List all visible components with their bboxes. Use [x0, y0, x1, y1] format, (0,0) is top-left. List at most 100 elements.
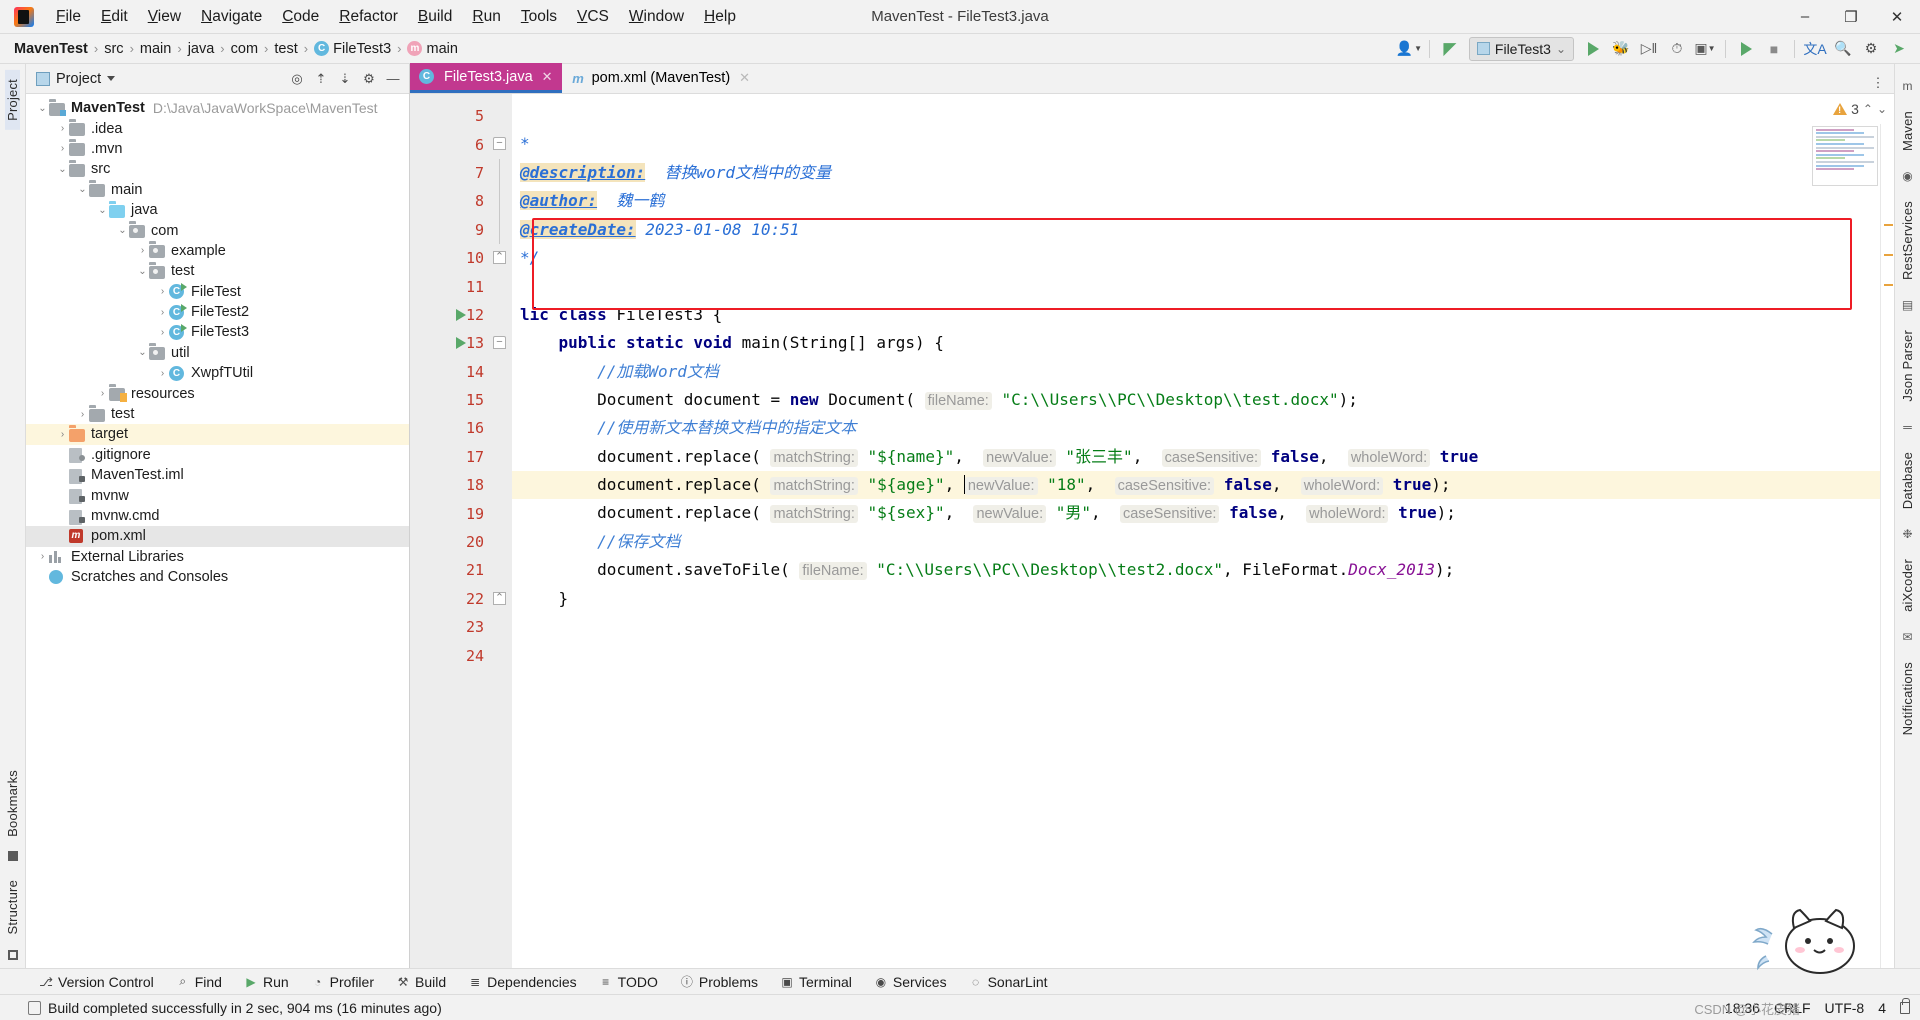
breadcrumb-item-com[interactable]: com [231, 41, 258, 57]
more-run-icon[interactable]: ▣ ▼ [1692, 37, 1718, 61]
file-encoding[interactable]: UTF-8 [1825, 1000, 1865, 1016]
menu-item-refactor[interactable]: Refactor [329, 5, 408, 29]
code-line[interactable]: document.replace( matchString: "${name}"… [512, 443, 1880, 471]
project-panel-title[interactable]: Project [36, 71, 116, 87]
tree-expand-arrow[interactable]: › [56, 429, 69, 440]
tree-item-test[interactable]: › test [26, 404, 409, 424]
code-line[interactable]: @description: 替换word文档中的变量 [512, 159, 1880, 187]
bottom-tool-todo[interactable]: ≡ TODO [588, 972, 669, 992]
fold-marker-slot[interactable]: − [490, 329, 512, 357]
tool-button-database[interactable]: Database [1900, 443, 1915, 518]
fold-marker-slot[interactable]: ⌃ [490, 244, 512, 272]
code-line[interactable]: @createDate: 2023-01-08 10:51 [512, 216, 1880, 244]
tree-item-target[interactable]: › target [26, 424, 409, 445]
tree-expand-arrow[interactable]: › [156, 368, 169, 379]
line-number[interactable]: 24 [410, 641, 490, 669]
code-line[interactable]: document.replace( matchString: "${sex}",… [512, 499, 1880, 527]
tree-item-xwpftutil[interactable]: › C XwpfTUtil [26, 363, 409, 383]
fold-marker-slot[interactable] [490, 187, 512, 216]
editor-tab-pom[interactable]: m pom.xml (MavenTest) ✕ [562, 63, 760, 93]
tree-expand-arrow[interactable]: ⌄ [136, 347, 149, 358]
menu-item-vcs[interactable]: VCS [567, 5, 619, 29]
code-line[interactable] [512, 272, 1880, 300]
run-gutter-icon[interactable] [456, 308, 466, 321]
lock-icon[interactable] [1900, 997, 1910, 1014]
editor-tab-filetest3[interactable]: C FileTest3.java ✕ [410, 63, 562, 93]
menu-item-edit[interactable]: Edit [91, 5, 138, 29]
close-icon[interactable]: ✕ [739, 70, 750, 86]
breadcrumb-item-filetest3[interactable]: C FileTest3 [314, 41, 391, 57]
fold-marker-slot[interactable] [490, 528, 512, 556]
minimize-icon[interactable]: — [383, 69, 403, 89]
line-number[interactable]: 12 [410, 301, 490, 329]
breadcrumb-item-main[interactable]: m main [407, 41, 458, 57]
fold-marker-slot[interactable] [490, 158, 512, 188]
run-icon[interactable] [1580, 37, 1606, 61]
line-number[interactable]: 17 [410, 443, 490, 471]
tree-item-maventest-iml[interactable]: ›MavenTest.iml [26, 465, 409, 485]
fold-end-icon[interactable]: ⌃ [493, 250, 506, 264]
line-number[interactable]: 19 [410, 499, 490, 527]
close-icon[interactable]: ✕ [542, 69, 553, 85]
fold-marker-slot[interactable] [490, 215, 512, 244]
tree-item--mvn[interactable]: › .mvn [26, 139, 409, 159]
gear-icon[interactable]: ⚙ [1858, 37, 1884, 61]
run-gutter-icon[interactable] [456, 337, 466, 350]
user-icon[interactable]: 👤 ▼ [1396, 37, 1422, 61]
tree-item-test[interactable]: ⌄ test [26, 261, 409, 281]
tree-item-maventest[interactable]: ⌄ MavenTest D:\Java\JavaWorkSpace\MavenTes… [26, 98, 409, 118]
code-line[interactable] [512, 102, 1880, 130]
fold-marker-slot[interactable] [490, 386, 512, 414]
fold-collapse-icon[interactable]: − [493, 137, 506, 151]
tree-expand-arrow[interactable]: › [136, 245, 149, 256]
tree-item-util[interactable]: ⌄ util [26, 343, 409, 363]
fold-marker-slot[interactable]: − [490, 130, 512, 158]
tree-item-resources[interactable]: › resources [26, 383, 409, 403]
code-line[interactable] [512, 641, 1880, 669]
fold-marker-slot[interactable] [490, 358, 512, 386]
fold-marker-slot[interactable] [490, 556, 512, 584]
breadcrumb-item-test[interactable]: test [274, 41, 297, 57]
tree-expand-arrow[interactable]: › [76, 409, 89, 420]
tree-item-pom-xml[interactable]: ›mpom.xml [26, 526, 409, 547]
code-line[interactable]: */ [512, 244, 1880, 272]
line-number[interactable]: 15 [410, 386, 490, 414]
tree-item--gitignore[interactable]: ›.gitignore [26, 445, 409, 465]
code-line[interactable]: document.saveToFile( fileName: "C:\\User… [512, 556, 1880, 584]
tree-item-filetest2[interactable]: › C FileTest2 [26, 302, 409, 322]
tree-item-filetest[interactable]: › C FileTest [26, 282, 409, 302]
tree-expand-arrow[interactable]: › [56, 143, 69, 154]
tree-item-mvnw-cmd[interactable]: ›mvnw.cmd [26, 506, 409, 526]
gear-icon[interactable]: ⚙ [359, 69, 379, 89]
bottom-tool-terminal[interactable]: ▣ Terminal [769, 972, 863, 992]
line-number[interactable]: 22 [410, 585, 490, 613]
tool-button-restservices[interactable]: RestServices [1900, 192, 1915, 289]
menu-item-build[interactable]: Build [408, 5, 462, 29]
bottom-tool-build[interactable]: ⚒ Build [385, 972, 457, 992]
bottom-tool-run[interactable]: ▶ Run [233, 972, 300, 992]
editor-preview-minimap[interactable] [1812, 126, 1878, 186]
profile-icon[interactable]: ⏱ [1664, 37, 1690, 61]
bottom-tool-dependencies[interactable]: ≣ Dependencies [457, 972, 588, 992]
tool-button-project[interactable]: Project [5, 70, 20, 130]
inspection-scroll-strip[interactable] [1880, 94, 1894, 968]
line-number[interactable]: 18 [410, 471, 490, 499]
code-folding-gutter[interactable]: − ⌃ − ⌃ [490, 94, 512, 968]
tree-item-filetest3[interactable]: › C FileTest3 [26, 322, 409, 342]
tree-expand-arrow[interactable]: › [156, 307, 169, 318]
line-number[interactable]: 23 [410, 613, 490, 641]
tree-item--idea[interactable]: › .idea [26, 118, 409, 138]
line-number[interactable]: 11 [410, 272, 490, 300]
tree-expand-arrow[interactable]: ⌄ [76, 184, 89, 195]
fold-marker-slot[interactable] [490, 301, 512, 329]
line-number[interactable]: 13 [410, 329, 490, 357]
collapse-icon[interactable]: ⇡ [311, 69, 331, 89]
fold-end-icon[interactable]: ⌃ [493, 591, 506, 605]
stop-icon[interactable]: ■ [1761, 37, 1787, 61]
code-line[interactable]: } [512, 585, 1880, 613]
updates-icon[interactable]: ➤ [1886, 37, 1912, 61]
fold-marker-slot[interactable] [490, 613, 512, 641]
menu-item-code[interactable]: Code [272, 5, 329, 29]
chevron-up-icon[interactable]: ⌃ [1863, 102, 1873, 116]
tree-expand-arrow[interactable]: › [96, 388, 109, 399]
